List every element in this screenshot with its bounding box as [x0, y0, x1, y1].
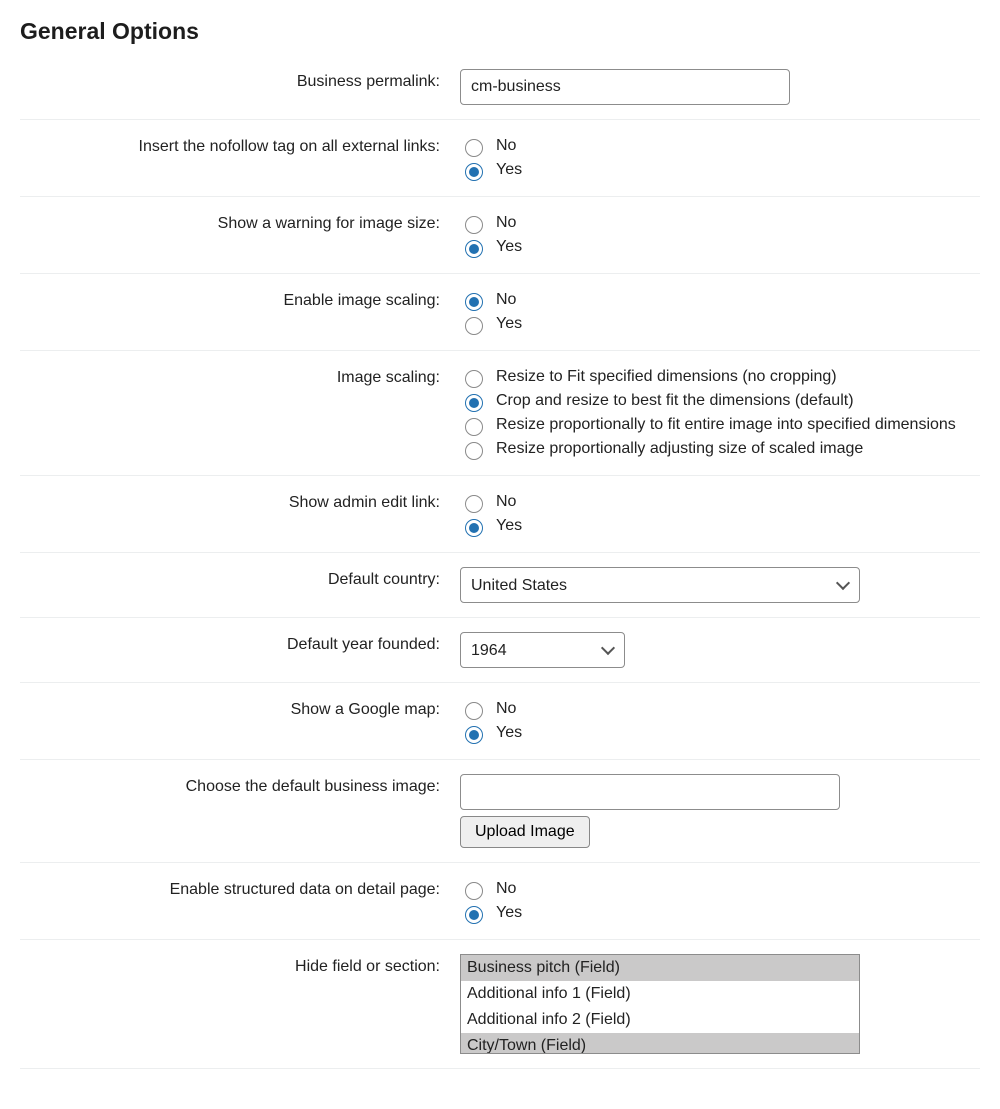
scaling-prop-fit-label: Resize proportionally to fit entire imag… [496, 413, 956, 437]
row-image-size-warning: Show a warning for image size: No Yes [20, 197, 980, 274]
enable-scaling-no-label: No [496, 288, 516, 312]
structured-data-no-label: No [496, 877, 516, 901]
scaling-prop-fit-radio[interactable] [465, 418, 483, 436]
scaling-prop-adj-radio[interactable] [465, 442, 483, 460]
row-enable-scaling: Enable image scaling: No Yes [20, 274, 980, 351]
admin-edit-no-radio[interactable] [465, 495, 483, 513]
image-size-warning-no-label: No [496, 211, 516, 235]
scaling-fit-radio[interactable] [465, 370, 483, 388]
image-size-warning-yes-radio[interactable] [465, 240, 483, 258]
admin-edit-yes-label: Yes [496, 514, 522, 538]
hide-option-additional-info-2[interactable]: Additional info 2 (Field) [461, 1007, 859, 1033]
row-google-map: Show a Google map: No Yes [20, 683, 980, 760]
nofollow-yes-label: Yes [496, 158, 522, 182]
row-business-permalink: Business permalink: [20, 55, 980, 120]
nofollow-no-label: No [496, 134, 516, 158]
admin-edit-no-label: No [496, 490, 516, 514]
row-default-country: Default country: United States [20, 553, 980, 618]
default-year-select[interactable]: 1964 [460, 632, 625, 668]
upload-image-button[interactable]: Upload Image [460, 816, 590, 848]
row-structured-data: Enable structured data on detail page: N… [20, 863, 980, 940]
label-google-map: Show a Google map: [20, 697, 460, 719]
enable-scaling-yes-radio[interactable] [465, 317, 483, 335]
business-permalink-input[interactable] [460, 69, 790, 105]
nofollow-no-radio[interactable] [465, 139, 483, 157]
label-nofollow: Insert the nofollow tag on all external … [20, 134, 460, 156]
google-map-yes-label: Yes [496, 721, 522, 745]
google-map-no-radio[interactable] [465, 702, 483, 720]
label-admin-edit: Show admin edit link: [20, 490, 460, 512]
label-image-size-warning: Show a warning for image size: [20, 211, 460, 233]
google-map-no-label: No [496, 697, 516, 721]
hide-option-additional-info-1[interactable]: Additional info 1 (Field) [461, 981, 859, 1007]
row-hide-field: Hide field or section: Business pitch (F… [20, 940, 980, 1069]
label-default-image: Choose the default business image: [20, 774, 460, 796]
structured-data-yes-radio[interactable] [465, 906, 483, 924]
row-nofollow: Insert the nofollow tag on all external … [20, 120, 980, 197]
structured-data-yes-label: Yes [496, 901, 522, 925]
row-admin-edit: Show admin edit link: No Yes [20, 476, 980, 553]
row-default-year: Default year founded: 1964 [20, 618, 980, 683]
enable-scaling-yes-label: Yes [496, 312, 522, 336]
label-default-country: Default country: [20, 567, 460, 589]
nofollow-yes-radio[interactable] [465, 163, 483, 181]
google-map-yes-radio[interactable] [465, 726, 483, 744]
label-structured-data: Enable structured data on detail page: [20, 877, 460, 899]
row-default-image: Choose the default business image: Uploa… [20, 760, 980, 863]
label-hide-field: Hide field or section: [20, 954, 460, 976]
section-title: General Options [20, 18, 980, 45]
scaling-prop-adj-label: Resize proportionally adjusting size of … [496, 437, 863, 461]
label-enable-scaling: Enable image scaling: [20, 288, 460, 310]
image-size-warning-yes-label: Yes [496, 235, 522, 259]
label-default-year: Default year founded: [20, 632, 460, 654]
scaling-fit-label: Resize to Fit specified dimensions (no c… [496, 365, 837, 389]
hide-option-business-pitch[interactable]: Business pitch (Field) [461, 955, 859, 981]
default-image-input[interactable] [460, 774, 840, 810]
row-image-scaling: Image scaling: Resize to Fit specified d… [20, 351, 980, 476]
structured-data-no-radio[interactable] [465, 882, 483, 900]
scaling-crop-radio[interactable] [465, 394, 483, 412]
label-business-permalink: Business permalink: [20, 69, 460, 91]
hide-option-city-town[interactable]: City/Town (Field) [461, 1033, 859, 1054]
admin-edit-yes-radio[interactable] [465, 519, 483, 537]
scaling-crop-label: Crop and resize to best fit the dimensio… [496, 389, 854, 413]
hide-field-multiselect[interactable]: Business pitch (Field) Additional info 1… [460, 954, 860, 1054]
image-size-warning-no-radio[interactable] [465, 216, 483, 234]
default-country-select[interactable]: United States [460, 567, 860, 603]
label-image-scaling: Image scaling: [20, 365, 460, 387]
enable-scaling-no-radio[interactable] [465, 293, 483, 311]
